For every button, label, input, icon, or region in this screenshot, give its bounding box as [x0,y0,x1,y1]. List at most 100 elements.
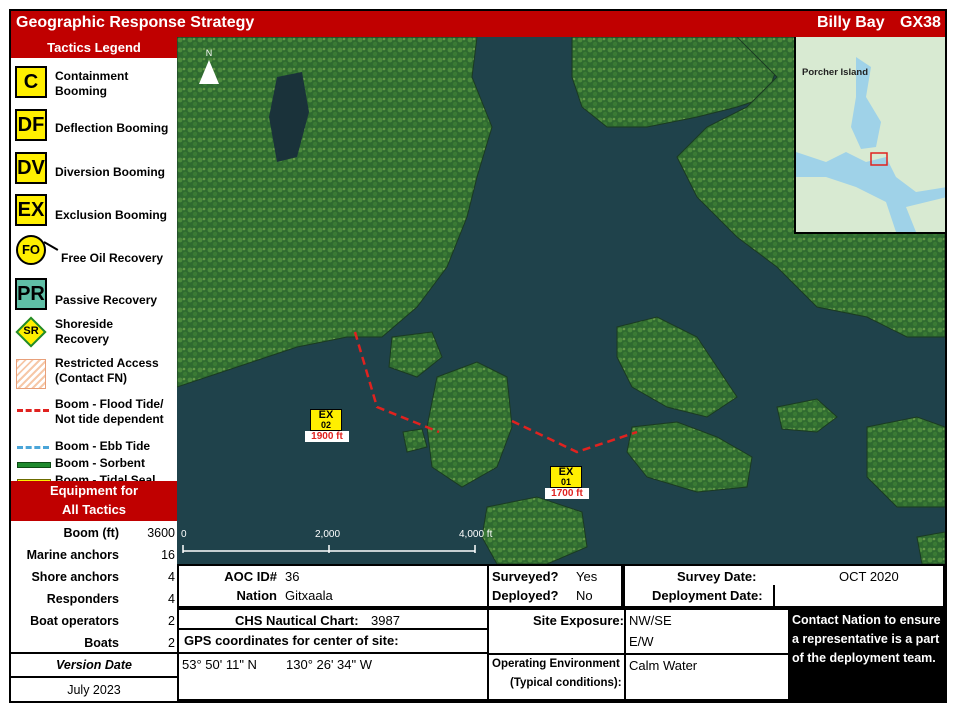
deployment-date-label: Deployment Date: [652,588,763,603]
equipment-key: Boats [84,636,119,650]
chs-value: 3987 [371,613,400,628]
tactic-marker-ex01[interactable]: EX 01 [550,466,582,488]
marker-length-ex01: 1700 ft [545,488,589,499]
inset-map[interactable]: Porcher Island [794,37,945,234]
surveyed-label: Surveyed? [492,569,559,584]
free-oil-recovery-icon: FO [16,235,46,265]
legend-title: Tactics Legend [11,37,177,58]
aoc-label: AOC ID# [224,569,277,584]
marker-code: EX [558,466,574,478]
flood-tide-line-icon [17,409,49,412]
environment-cell: Operating Environment (Typical condition… [487,653,788,701]
environment-label-line1: Operating Environment [492,658,620,670]
nation-value: Gitxaala [285,588,333,603]
equipment-row: Marine anchors 16 [11,544,177,566]
surveyed-cell: Surveyed? Yes [487,564,623,587]
equipment-key: Boat operators [30,614,119,628]
north-arrow-icon [199,60,219,84]
equipment-row: Boats 2 [11,632,177,654]
legend-label-diversion: Diversion Booming [55,165,166,179]
gps-divider [179,652,487,654]
version-date-label: Version Date [11,654,177,678]
equipment-value: 2 [168,636,175,650]
deployment-date-cell: Deployment Date: [623,585,945,608]
equipment-value: 4 [168,592,175,606]
environment-value: Calm Water [629,658,698,673]
marker-number: 02 [320,420,331,430]
exposure-cell: Site Exposure: NW/SE E/W [487,608,788,655]
gps-label: GPS coordinates for center of site: [184,633,399,648]
north-arrow: N [196,48,222,84]
equipment-value: 2 [168,614,175,628]
shoreside-code: SR [23,325,39,337]
equipment-row: Shore anchors 4 [11,566,177,588]
deployed-cell: Deployed? No [487,585,623,608]
small-islet-3 [916,531,945,564]
chs-label: CHS Nautical Chart: [235,613,359,628]
scale-label-0: 0 [181,529,187,540]
legend-label-sorbent: Boom - Sorbent [55,456,145,470]
legend-label-containment: Containment Booming [55,69,129,98]
free-oil-code: FO [21,242,41,257]
equipment-value: 4 [168,570,175,584]
survey-date-value: OCT 2020 [839,569,899,584]
equipment-table: Boom (ft) 3600 Marine anchors 16 Shore anc… [11,522,177,654]
environment-divider [624,655,626,699]
equipment-row: Responders 4 [11,588,177,610]
equipment-key: Responders [46,592,119,606]
equipment-row: Boom (ft) 3600 [11,522,177,544]
legend-label-exclusion: Exclusion Booming [55,208,168,222]
scale-label-4000: 4,000 ft [459,529,493,540]
diversion-icon: DV [15,152,47,184]
equipment-row: Boat operators 2 [11,610,177,632]
deflection-icon: DF [15,109,47,141]
sorbent-line-icon [17,462,51,468]
marker-number: 01 [560,477,571,487]
legend-label-passive: Passive Recovery [55,293,158,307]
tactic-marker-ex02[interactable]: EX 02 [310,409,342,431]
gps-latitude: 53° 50' 11" N [182,657,257,672]
equipment-title: Equipment for All Tactics [11,481,177,521]
gps-longitude: 130° 26' 34" W [286,657,373,672]
aoc-cell: AOC ID# 36 [177,564,489,587]
location-name: Billy Bay [817,14,885,31]
equipment-key: Boom (ft) [63,526,119,540]
equipment-value: 16 [161,548,175,562]
exclusion-icon: EX [15,194,47,226]
nation-cell: Nation Gitxaala [177,585,489,608]
legend-label-shoreside: Shoreside Recovery [55,317,114,346]
passive-recovery-icon: PR [15,278,47,310]
legend-label-free-oil: Free Oil Recovery [61,251,164,265]
version-date-value: July 2023 [67,683,121,697]
legend-label-deflection: Deflection Booming [55,121,169,135]
survey-date-label: Survey Date: [677,569,757,584]
exposure-value-1: NW/SE [629,613,672,628]
deployment-date-divider [773,585,775,606]
version-date: Version Date July 2023 [11,652,177,701]
restricted-access-icon [16,359,46,389]
exposure-value-2: E/W [629,634,654,649]
chs-cell: CHS Nautical Chart: 3987 [177,608,489,630]
legend-label-flood: Boom - Flood Tide/ Not tide dependent [55,397,164,426]
survey-date-cell: Survey Date: OCT 2020 [623,564,945,587]
marker-code: EX [318,409,334,421]
nation-label: Nation [236,588,277,603]
tactics-legend: Tactics Legend C Containment Booming DF … [11,37,179,487]
header-bar: Geographic Response Strategy Billy Bay G… [11,11,945,37]
deployed-label: Deployed? [492,588,559,603]
equipment-title-line2: All Tactics [61,502,127,517]
legend-label-restricted: Restricted Access (Contact FN) [55,356,159,385]
equipment-value: 3600 [147,526,175,540]
exposure-divider [624,610,626,653]
scale-label-2000: 2,000 [315,529,341,540]
gps-cell: GPS coordinates for center of site: 53° … [177,630,489,701]
contact-notice: Contact Nation to ensure a representativ… [788,607,945,701]
equipment-title-line1: Equipment for [49,483,139,498]
site-id: GX38 [900,14,941,31]
strategy-sheet: Geographic Response Strategy Billy Bay G… [9,9,947,703]
surveyed-value: Yes [576,569,598,584]
legend-label-ebb: Boom - Ebb Tide [55,439,151,453]
exposure-label: Site Exposure: [532,613,624,628]
equipment-key: Shore anchors [31,570,119,584]
inset-label: Porcher Island [802,67,868,78]
